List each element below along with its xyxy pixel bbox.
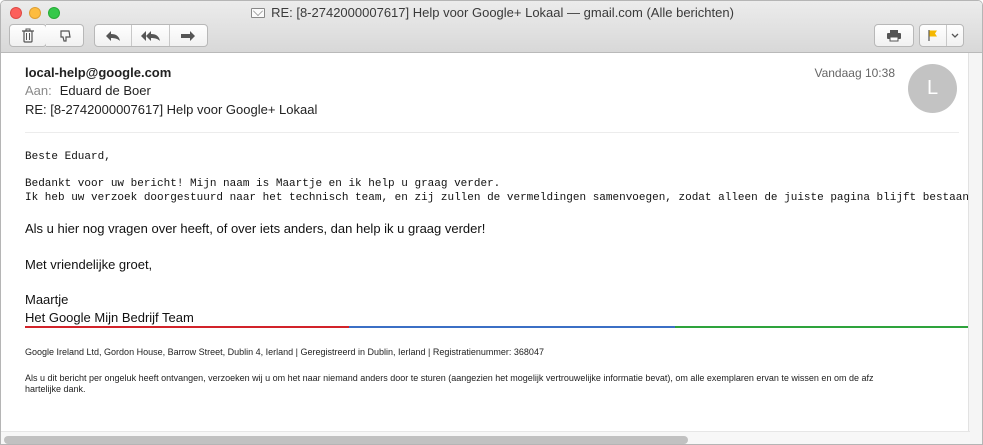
reply-all-button[interactable] [132, 25, 170, 46]
closing: Met vriendelijke groet, [25, 257, 153, 272]
signature-team: Het Google Mijn Bedrijf Team [25, 310, 194, 325]
flag-icon [928, 30, 938, 41]
reply-button-group [94, 24, 208, 47]
message-header: local-help@google.com Aan: Eduard de Boer… [25, 65, 965, 135]
horizontal-scroll-thumb[interactable] [4, 436, 688, 444]
brand-bar-blue [349, 326, 675, 328]
body-line-1: Bedankt voor uw bericht! Mijn naam is Ma… [25, 178, 501, 190]
recipient-name[interactable]: Eduard de Boer [60, 83, 151, 98]
header-divider [25, 132, 959, 133]
brand-bar-red [25, 326, 349, 328]
envelope-icon [251, 8, 266, 18]
body-paragraph: Als u hier nog vragen over heeft, of ove… [25, 221, 486, 236]
trash-icon [22, 28, 34, 43]
window-title-container: RE: [8-2742000007617] Help voor Google+ … [1, 5, 982, 20]
footer-address: Google Ireland Ltd, Gordon House, Barrow… [25, 347, 544, 357]
mail-window: RE: [8-2742000007617] Help voor Google+ … [0, 0, 983, 445]
print-icon [887, 30, 901, 42]
recipient-label: Aan: [25, 83, 52, 98]
footer-disclaimer-line-2: hartelijke dank. [25, 384, 86, 394]
forward-button[interactable] [170, 25, 207, 46]
chevron-down-icon [951, 33, 959, 38]
recipient-row: Aan: Eduard de Boer [25, 83, 151, 98]
horizontal-scrollbar[interactable] [1, 431, 970, 444]
brand-bar-green [675, 326, 970, 328]
flag-menu-button[interactable] [947, 25, 963, 46]
message-date: Vandaag 10:38 [814, 66, 895, 80]
print-button[interactable] [874, 24, 914, 47]
reply-all-icon [140, 30, 160, 41]
flag-button[interactable] [920, 25, 948, 46]
vertical-scrollbar[interactable] [968, 53, 982, 444]
forward-icon [181, 30, 196, 41]
signature-name: Maartje [25, 292, 69, 307]
reply-icon [106, 30, 121, 41]
window-title: RE: [8-2742000007617] Help voor Google+ … [271, 5, 734, 20]
body-line-2: Ik heb uw verzoek doorgestuurd naar het … [25, 192, 976, 204]
greeting: Beste Eduard, [25, 151, 111, 163]
footer-disclaimer-line-1: Als u dit bericht per ongeluk heeft ontv… [25, 373, 874, 383]
message-subject: RE: [8-2742000007617] Help voor Google+ … [25, 102, 318, 117]
reply-button[interactable] [95, 25, 133, 46]
junk-icon [59, 29, 71, 42]
delete-button[interactable] [9, 24, 47, 47]
junk-button[interactable] [46, 24, 84, 47]
sender-address[interactable]: local-help@google.com [25, 65, 171, 80]
titlebar: RE: [8-2742000007617] Help voor Google+ … [1, 1, 982, 53]
sender-avatar: L [908, 64, 957, 113]
flag-button-group [919, 24, 964, 47]
